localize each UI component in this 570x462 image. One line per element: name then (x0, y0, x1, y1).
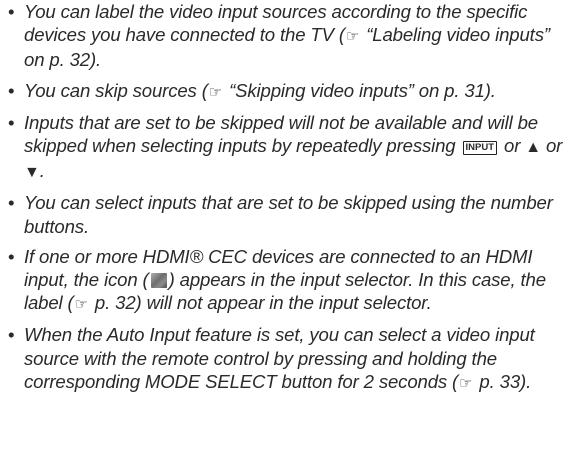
bullet-item-hdmi-cec: If one or more HDMI® CEC devices are con… (8, 245, 564, 317)
bullet-text: p. 33). (474, 370, 532, 392)
up-arrow-icon: ▲ (525, 139, 541, 157)
bullet-text: Inputs that are set to be skipped will n… (24, 111, 538, 157)
input-key-icon: INPUT (462, 141, 498, 156)
bullet-list: You can label the video input sources ac… (8, 0, 564, 402)
bullet-item-label-inputs: You can label the video input sources ac… (8, 0, 564, 72)
pointing-hand-icon: ☞ (74, 296, 88, 314)
bullet-text: . (39, 160, 45, 182)
pointing-hand-icon: ☞ (459, 374, 473, 392)
hdmi-cec-icon (150, 273, 167, 289)
bullet-item-skipped-unavailable: Inputs that are set to be skipped will n… (8, 111, 564, 185)
down-arrow-icon: ▼ (24, 164, 40, 182)
bullet-text: You can skip sources ( (24, 79, 208, 101)
pointing-hand-icon: ☞ (345, 28, 360, 46)
pointing-hand-icon: ☞ (208, 83, 223, 101)
bullet-text: or (499, 135, 526, 157)
bullet-item-number-buttons: You can select inputs that are set to be… (8, 191, 564, 237)
bullet-text: You can select inputs that are set to be… (24, 192, 553, 237)
bullet-text: p. 32) will not appear in the input sele… (89, 292, 432, 314)
bullet-item-auto-input: When the Auto Input feature is set, you … (8, 323, 564, 395)
bullet-text: “Skipping video inputs” on p. 31). (224, 79, 496, 101)
bullet-text: or (540, 135, 563, 157)
bullet-text: When the Auto Input feature is set, you … (24, 324, 535, 392)
bullet-item-skip-sources: You can skip sources (☞ “Skipping video … (8, 79, 564, 104)
